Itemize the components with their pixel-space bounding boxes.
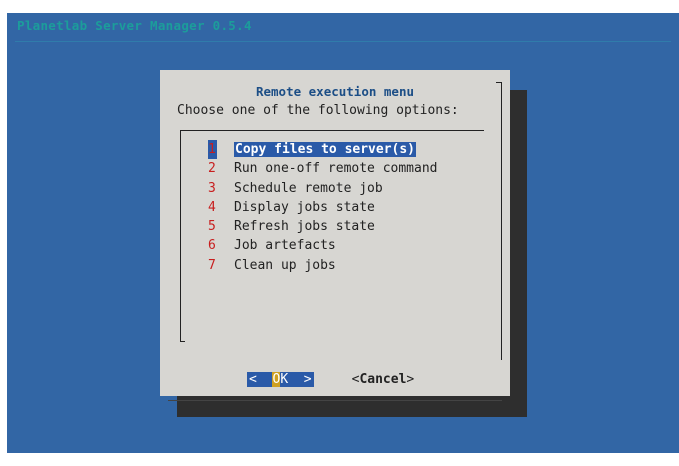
- menu-items: 1 Copy files to server(s) 2 Run one-off re…: [208, 140, 438, 275]
- menu-item-key: 2: [208, 161, 216, 177]
- ok-left-bracket: <: [249, 372, 257, 387]
- button-divider: [168, 400, 502, 401]
- menu-item-key: 3: [208, 180, 216, 196]
- cancel-label: Cancel: [359, 372, 407, 387]
- menu-item-label: Schedule remote job: [234, 180, 383, 196]
- menu-item-refresh-jobs[interactable]: 5 Refresh jobs state: [208, 217, 438, 236]
- backtitle-divider: [15, 41, 671, 42]
- menu-item-label: Display jobs state: [234, 199, 375, 215]
- menu-item-label: Copy files to server(s): [234, 142, 417, 157]
- menu-item-label: Refresh jobs state: [234, 219, 375, 235]
- dialog-prompt: Choose one of the following options:: [177, 103, 459, 118]
- cancel-button[interactable]: <Cancel>: [352, 372, 415, 387]
- menu-list-box: 1 Copy files to server(s) 2 Run one-off re…: [180, 130, 484, 342]
- menu-item-clean-up-jobs[interactable]: 7 Clean up jobs: [208, 256, 438, 275]
- menu-item-copy-files[interactable]: 1 Copy files to server(s): [208, 140, 438, 159]
- menu-item-label: Clean up jobs: [234, 257, 336, 273]
- ok-button[interactable]: < OK >: [247, 372, 314, 387]
- menu-item-key: 7: [208, 257, 216, 273]
- menu-item-label: Run one-off remote command: [234, 161, 438, 177]
- dialog-frame: [496, 82, 502, 360]
- cancel-right-bracket: >: [406, 372, 415, 387]
- dialog-buttons: < OK > <Cancel>: [247, 372, 414, 387]
- menu-item-key: 6: [208, 238, 216, 254]
- menu-dialog: Remote execution menu Choose one of the …: [160, 70, 510, 401]
- terminal-screen: Planetlab Server Manager 0.5.4 Remote ex…: [7, 13, 679, 453]
- menu-box-left-border: [180, 130, 181, 342]
- menu-box-corner: [180, 341, 185, 342]
- backtitle: Planetlab Server Manager 0.5.4: [17, 18, 252, 33]
- menu-item-key: 4: [208, 199, 216, 215]
- ok-right-bracket: >: [303, 372, 312, 387]
- menu-item-key: 1: [208, 140, 217, 159]
- dialog-title: Remote execution menu: [255, 84, 415, 99]
- menu-item-run-command[interactable]: 2 Run one-off remote command: [208, 159, 438, 178]
- ok-label: K: [280, 372, 289, 387]
- menu-box-top-border: [180, 130, 484, 131]
- menu-item-key: 5: [208, 219, 216, 235]
- menu-item-schedule-job[interactable]: 3 Schedule remote job: [208, 179, 438, 198]
- menu-item-job-artefacts[interactable]: 6 Job artefacts: [208, 236, 438, 255]
- menu-item-display-jobs[interactable]: 4 Display jobs state: [208, 198, 438, 217]
- menu-item-label: Job artefacts: [234, 238, 336, 254]
